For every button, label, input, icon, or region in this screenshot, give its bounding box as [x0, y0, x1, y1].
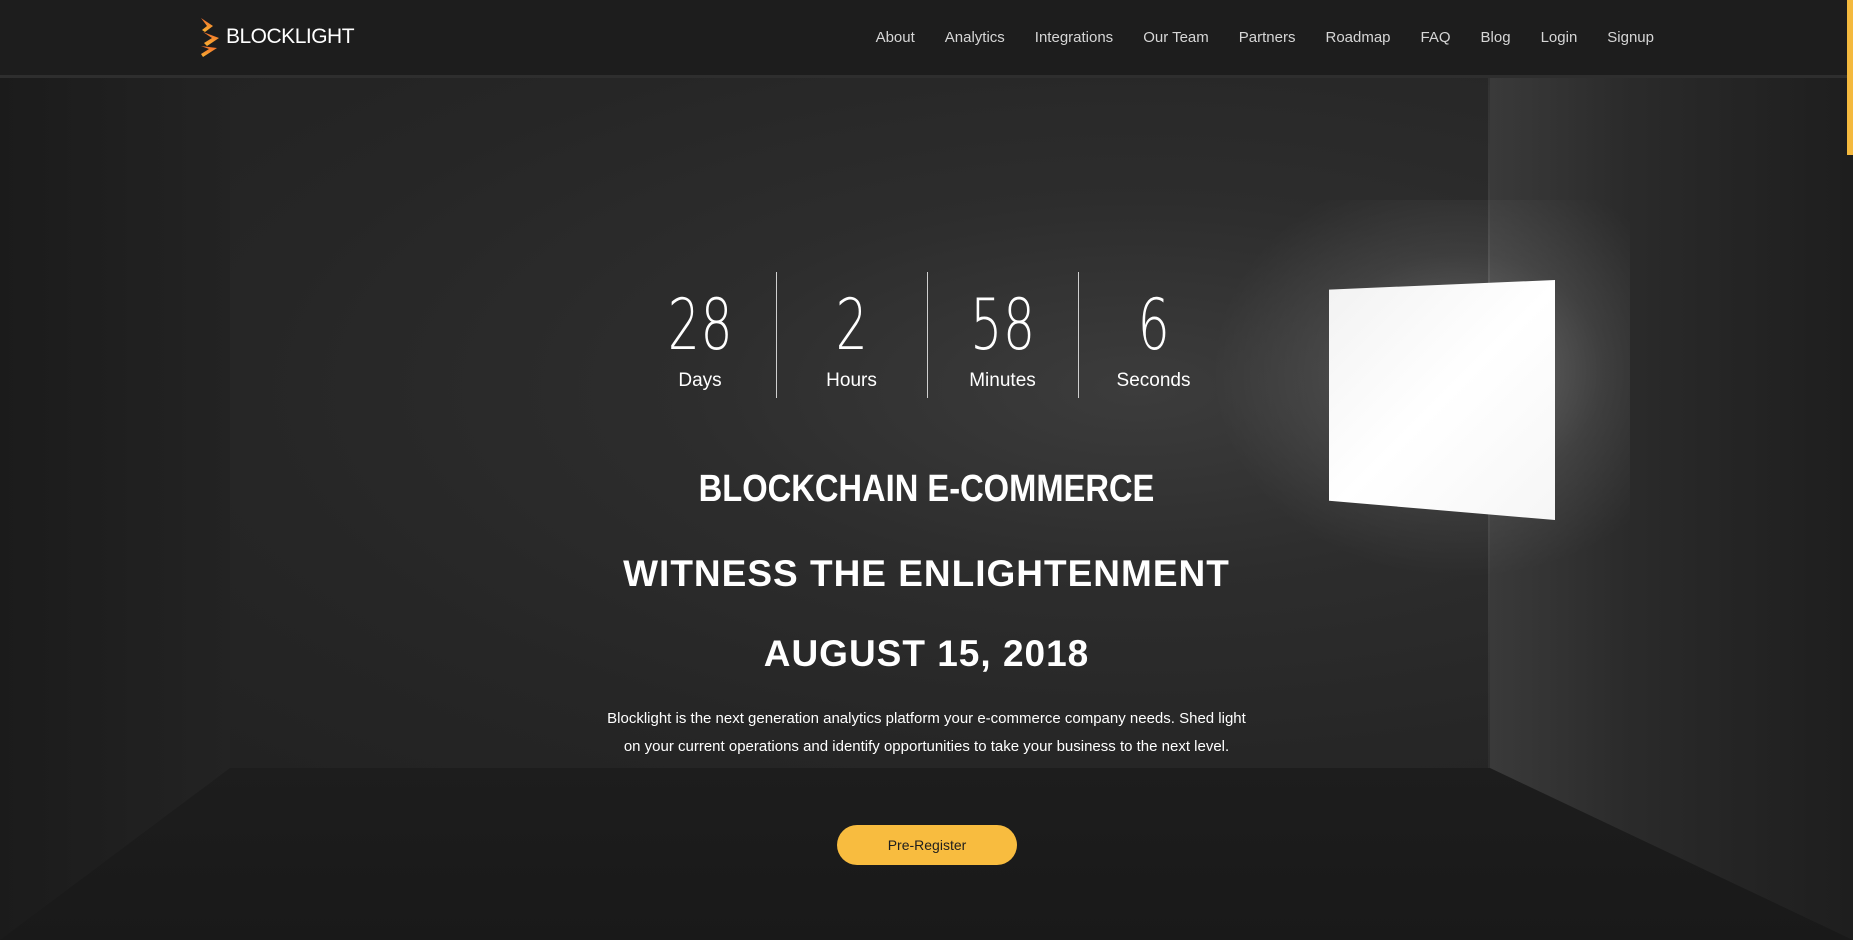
nav-analytics[interactable]: Analytics [945, 29, 1005, 46]
nav-about[interactable]: About [876, 29, 915, 46]
countdown-days-label: Days [678, 370, 722, 391]
nav-integrations[interactable]: Integrations [1035, 29, 1113, 46]
logo-link[interactable]: BLOCKLIGHT [199, 16, 355, 58]
nav-roadmap[interactable]: Roadmap [1325, 29, 1390, 46]
pre-register-button[interactable]: Pre-Register [837, 825, 1017, 865]
countdown-hours-label: Hours [826, 370, 877, 391]
page: BLOCKLIGHT About Analytics Integrations … [0, 0, 1853, 940]
hero-description: Blocklight is the next generation analyt… [607, 710, 1246, 755]
nav-login[interactable]: Login [1541, 29, 1578, 46]
nav-faq[interactable]: FAQ [1421, 29, 1451, 46]
countdown-minutes-label: Minutes [969, 370, 1036, 391]
hero-headline: BLOCKCHAIN E-COMMERCE [698, 468, 1155, 510]
countdown-seconds-label: Seconds [1116, 370, 1191, 391]
countdown-days-value: 28 [667, 284, 733, 366]
countdown-minutes: 58 Minutes [926, 272, 1078, 398]
countdown-hours: 2 Hours [775, 272, 927, 398]
nav-blog[interactable]: Blog [1481, 29, 1511, 46]
countdown-timer: 28 Days 2 Hours 58 Minutes 6 Seconds [0, 272, 1853, 398]
countdown-minutes-value: 58 [969, 284, 1036, 366]
nav-partners[interactable]: Partners [1239, 29, 1296, 46]
logo-text: BLOCKLIGHT [226, 25, 355, 48]
hero-launch-date: AUGUST 15, 2018 [763, 633, 1090, 674]
countdown-seconds: 6 Seconds [1077, 272, 1229, 398]
nav-signup[interactable]: Signup [1607, 29, 1654, 46]
main-nav: About Analytics Integrations Our Team Pa… [846, 0, 1654, 75]
site-header: BLOCKLIGHT About Analytics Integrations … [0, 0, 1853, 78]
hero-subheadline: WITNESS THE ENLIGHTENMENT [623, 553, 1230, 594]
countdown-hours-value: 2 [835, 284, 868, 366]
nav-our-team[interactable]: Our Team [1143, 29, 1209, 46]
blocklight-logo-icon [201, 18, 219, 57]
countdown-seconds-value: 6 [1137, 284, 1170, 366]
scrollbar-thumb[interactable] [1847, 0, 1853, 155]
countdown-days: 28 Days [625, 272, 776, 398]
